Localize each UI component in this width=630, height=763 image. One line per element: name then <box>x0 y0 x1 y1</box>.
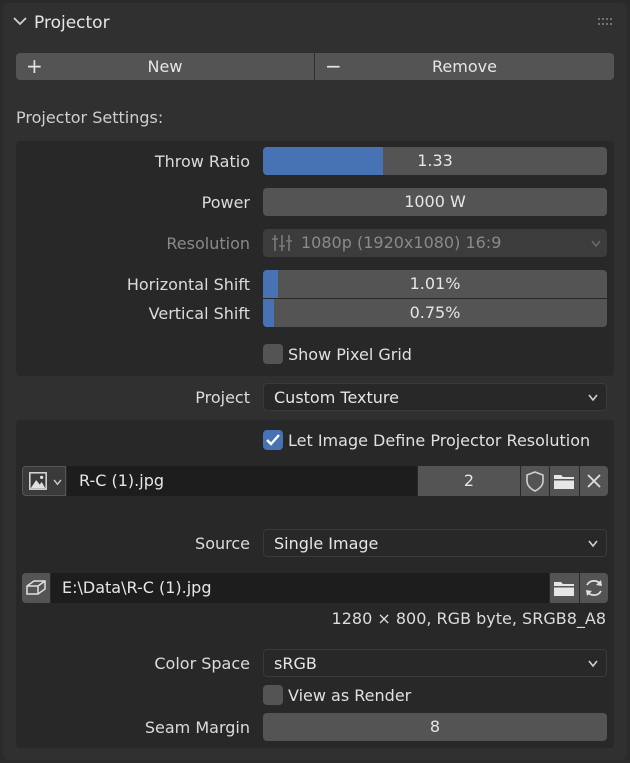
horizontal-shift-value: 1.01% <box>409 274 461 293</box>
sliders-icon <box>272 235 292 251</box>
resolution-dropdown: 1080p (1920x1080) 16:9 <box>263 229 607 257</box>
throw-ratio-field[interactable]: 1.33 <box>263 147 607 175</box>
source-value: Single Image <box>274 534 379 553</box>
image-users-count[interactable]: 2 <box>418 466 520 496</box>
image-name-value: R-C (1).jpg <box>79 471 165 490</box>
reload-button[interactable] <box>580 573 608 603</box>
horizontal-shift-label: Horizontal Shift <box>126 275 250 294</box>
let-image-define-label: Let Image Define Projector Resolution <box>288 431 591 450</box>
chevron-down-icon <box>53 479 62 486</box>
image-datablock-row: R-C (1).jpg 2 <box>22 466 608 496</box>
chevron-down-icon[interactable] <box>13 16 27 26</box>
folder-icon <box>554 475 574 489</box>
vertical-shift-label: Vertical Shift <box>148 304 250 323</box>
chevron-down-icon <box>591 240 601 248</box>
checkmark-icon <box>266 434 280 446</box>
project-label: Project <box>195 388 250 407</box>
seam-margin-value: 8 <box>429 717 441 736</box>
new-button-label: New <box>147 57 183 76</box>
browse-file-button[interactable] <box>550 573 579 603</box>
settings-box <box>16 141 614 376</box>
project-value: Custom Texture <box>274 388 399 407</box>
unlink-image-button[interactable] <box>580 466 608 496</box>
throw-ratio-value: 1.33 <box>417 151 453 170</box>
source-label: Source <box>195 534 250 553</box>
image-info-text: 1280 × 800, RGB byte, SRGB8_A8 <box>331 609 606 628</box>
filepath-field[interactable]: E:\Data\R-C (1).jpg <box>51 573 549 603</box>
pack-file-button[interactable] <box>22 573 50 603</box>
show-pixel-grid-checkbox[interactable] <box>263 344 283 364</box>
chevron-down-icon <box>588 394 598 402</box>
view-as-render-label: View as Render <box>288 686 412 705</box>
remove-button-label: Remove <box>432 57 497 76</box>
chevron-down-icon <box>588 540 598 548</box>
image-users-value: 2 <box>463 471 475 490</box>
seam-margin-field[interactable]: 8 <box>263 713 607 741</box>
color-space-dropdown[interactable]: sRGB <box>263 649 607 677</box>
panel-title: Projector <box>34 13 110 33</box>
refresh-icon <box>586 579 602 597</box>
filepath-row: E:\Data\R-C (1).jpg <box>22 573 608 603</box>
resolution-label: Resolution <box>166 234 250 253</box>
horizontal-shift-field[interactable]: 1.01% <box>263 270 607 298</box>
shield-icon <box>526 471 544 492</box>
seam-margin-label: Seam Margin <box>144 718 250 737</box>
new-button[interactable]: + New <box>16 53 314 80</box>
open-image-button[interactable] <box>550 466 579 496</box>
folder-icon <box>554 582 574 596</box>
close-icon <box>587 474 601 488</box>
color-space-label: Color Space <box>154 654 250 673</box>
show-pixel-grid-label: Show Pixel Grid <box>288 345 412 364</box>
power-field[interactable]: 1000 W <box>263 188 607 216</box>
chevron-down-icon <box>588 660 598 668</box>
filepath-value: E:\Data\R-C (1).jpg <box>62 578 212 597</box>
projector-settings-heading: Projector Settings: <box>16 108 164 127</box>
vertical-shift-value: 0.75% <box>409 303 461 322</box>
resolution-value: 1080p (1920x1080) 16:9 <box>301 233 502 252</box>
fake-user-button[interactable] <box>521 466 549 496</box>
drag-grip-icon[interactable] <box>597 17 615 27</box>
color-space-value: sRGB <box>274 654 317 673</box>
image-name-field[interactable]: R-C (1).jpg <box>67 466 417 496</box>
package-icon <box>26 580 46 595</box>
panel-header[interactable]: Projector <box>3 3 627 41</box>
let-image-define-checkbox[interactable] <box>263 430 283 450</box>
image-icon <box>29 472 47 490</box>
view-as-render-checkbox[interactable] <box>263 685 283 705</box>
vertical-shift-field[interactable]: 0.75% <box>263 299 607 327</box>
throw-ratio-label: Throw Ratio <box>154 152 250 171</box>
project-dropdown[interactable]: Custom Texture <box>263 383 607 411</box>
remove-button[interactable]: − Remove <box>315 53 614 80</box>
power-value: 1000 W <box>404 192 466 211</box>
source-dropdown[interactable]: Single Image <box>263 529 607 557</box>
image-browse-button[interactable] <box>22 466 66 496</box>
power-label: Power <box>201 193 250 212</box>
